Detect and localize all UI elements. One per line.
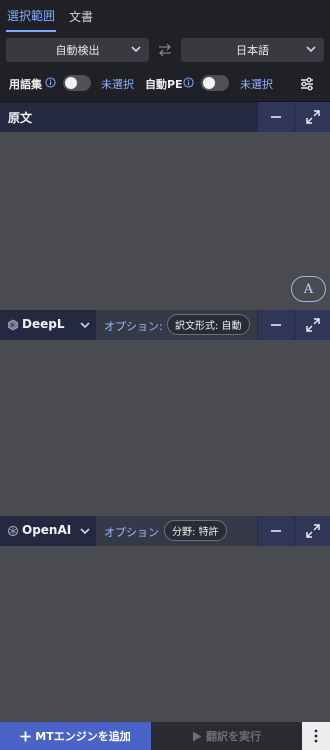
target-language-select[interactable]: 日本語 [181, 38, 324, 62]
glossary-toggle[interactable] [63, 75, 91, 91]
swap-languages-icon[interactable] [157, 42, 173, 58]
source-language-select[interactable]: 自動検出 [6, 38, 149, 62]
engine-panel-header-openai: OpenAI オプション 分野: 特許 [0, 516, 330, 546]
auto-pe-label: 自動PE [145, 78, 183, 91]
chevron-down-icon[interactable] [79, 319, 91, 331]
tab-selection[interactable]: 選択範囲 [6, 0, 57, 32]
translation-panel: 選択範囲 文書 自動検出 日本語 用語集 未選択 自動PE 未選択 原文 A D… [0, 0, 330, 750]
output-format-option[interactable]: 訳文形式: 自動 [167, 314, 250, 335]
info-icon[interactable] [45, 77, 56, 88]
deepl-output-area [0, 340, 330, 516]
tab-bar: 選択範囲 文書 [0, 0, 330, 32]
domain-option[interactable]: 分野: 特許 [164, 520, 227, 541]
minimize-button[interactable] [258, 310, 294, 340]
more-vertical-icon [314, 729, 318, 743]
minus-icon [271, 324, 281, 326]
font-style-button[interactable]: A [291, 276, 326, 302]
add-mt-engine-button[interactable]: MTエンジンを追加 [0, 722, 151, 750]
more-menu-button[interactable] [302, 722, 330, 750]
source-panel-header: 原文 [0, 102, 330, 132]
play-icon [193, 731, 202, 741]
expand-button[interactable] [295, 310, 330, 340]
expand-icon [305, 318, 320, 332]
engine-options-label: オプション: [104, 320, 163, 333]
toggle-knob [203, 77, 215, 89]
engine-options: オプション 分野: 特許 [96, 516, 257, 546]
options-row: 用語集 未選択 自動PE 未選択 [0, 68, 330, 102]
expand-button[interactable] [295, 102, 330, 132]
minus-icon [271, 530, 281, 532]
add-mt-engine-label: MTエンジンを追加 [35, 730, 131, 743]
tab-document[interactable]: 文書 [68, 0, 94, 32]
glossary-label: 用語集 [9, 78, 42, 91]
deepl-logo-icon [8, 319, 18, 331]
source-language-value: 自動検出 [55, 44, 100, 57]
minus-icon [271, 116, 281, 118]
info-icon[interactable] [183, 77, 194, 88]
run-translation-label: 翻訳を実行 [206, 730, 261, 743]
openai-output-area [0, 546, 330, 722]
chevron-down-icon [306, 46, 316, 53]
chevron-down-icon [131, 46, 141, 53]
plus-icon [20, 731, 31, 741]
source-text-area[interactable] [0, 132, 330, 310]
footer-bar: MTエンジンを追加 翻訳を実行 [0, 722, 330, 750]
auto-pe-select-link[interactable]: 未選択 [240, 76, 273, 92]
expand-icon [305, 524, 320, 538]
expand-icon [305, 110, 320, 124]
engine-name: OpenAI [22, 523, 72, 537]
source-panel-title: 原文 [8, 111, 33, 125]
minimize-button[interactable] [258, 516, 294, 546]
target-language-value: 日本語 [236, 44, 269, 57]
expand-button[interactable] [295, 516, 330, 546]
minimize-button[interactable] [258, 102, 294, 132]
auto-pe-toggle[interactable] [201, 75, 229, 91]
engine-options: オプション: 訳文形式: 自動 [96, 310, 257, 340]
run-translation-button[interactable]: 翻訳を実行 [151, 722, 302, 750]
glossary-select-link[interactable]: 未選択 [101, 76, 134, 92]
openai-logo-icon [7, 525, 19, 537]
toggle-knob [65, 77, 77, 89]
engine-panel-header-deepl: DeepL オプション: 訳文形式: 自動 [0, 310, 330, 340]
engine-options-label: オプション [104, 526, 159, 539]
engine-name: DeepL [22, 317, 65, 331]
settings-sliders-icon[interactable] [298, 75, 316, 93]
chevron-down-icon[interactable] [79, 525, 91, 537]
